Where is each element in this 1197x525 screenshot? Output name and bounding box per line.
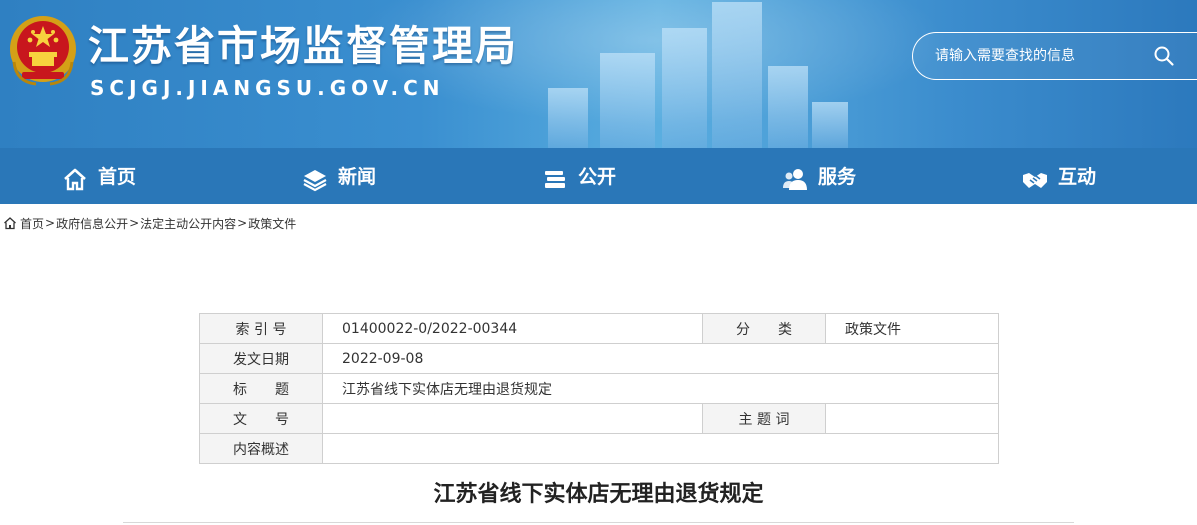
table-row: 发文日期 2022-09-08 xyxy=(199,343,999,374)
breadcrumb-link-home[interactable]: 首页 xyxy=(20,215,44,232)
handshake-icon xyxy=(1023,173,1047,188)
breadcrumb: 首页 > 政府信息公开 > 法定主动公开内容 > 政策文件 xyxy=(3,214,296,232)
breadcrumb-separator: > xyxy=(45,216,56,230)
nav-item-open[interactable]: 公开 xyxy=(542,148,616,204)
breadcrumb-link-gov-info[interactable]: 政府信息公开 xyxy=(56,215,128,232)
header-banner: 江苏省市场监督管理局 SCJGJ.JIANGSU.GOV.CN xyxy=(0,0,1197,148)
subject-label: 主 题 词 xyxy=(702,403,826,434)
title-divider xyxy=(123,522,1074,523)
nav-item-label: 互动 xyxy=(1058,165,1097,188)
home-icon xyxy=(4,217,16,230)
search-icon[interactable] xyxy=(1153,45,1175,67)
skyline-building xyxy=(662,28,707,148)
category-value: 政策文件 xyxy=(825,313,999,344)
nav-item-label: 服务 xyxy=(818,165,857,188)
site-title: 江苏省市场监督管理局 xyxy=(88,22,518,70)
search-box xyxy=(912,32,1197,80)
nav-item-service[interactable]: 服务 xyxy=(782,148,856,204)
subject-value xyxy=(825,403,999,434)
home-icon xyxy=(64,168,86,191)
nav-item-home[interactable]: 首页 xyxy=(62,148,136,204)
nav-item-label: 首页 xyxy=(98,165,137,188)
skyline-building xyxy=(812,102,848,148)
summary-value xyxy=(322,433,999,464)
docno-label: 文 号 xyxy=(199,403,323,434)
nav-item-interact[interactable]: 互动 xyxy=(1022,148,1096,204)
title-value: 江苏省线下实体店无理由退货规定 xyxy=(322,373,999,404)
document-info-table: 索 引 号 01400022-0/2022-00344 分 类 政策文件 发文日… xyxy=(199,313,999,464)
article-title: 江苏省线下实体店无理由退货规定 xyxy=(433,482,764,507)
nav-item-news[interactable]: 新闻 xyxy=(302,148,376,204)
nav-item-label: 新闻 xyxy=(338,165,377,188)
breadcrumb-separator: > xyxy=(129,216,140,230)
table-row: 文 号 主 题 词 xyxy=(199,403,999,434)
date-label: 发文日期 xyxy=(199,343,323,374)
layers-icon xyxy=(303,170,327,192)
nav-item-label: 公开 xyxy=(578,165,617,188)
table-row: 索 引 号 01400022-0/2022-00344 分 类 政策文件 xyxy=(199,313,999,344)
skyline-building xyxy=(600,53,655,148)
summary-label: 内容概述 xyxy=(199,433,323,464)
breadcrumb-link-statutory[interactable]: 法定主动公开内容 xyxy=(140,215,236,232)
category-label: 分 类 xyxy=(702,313,826,344)
national-emblem-icon xyxy=(10,16,76,86)
search-input[interactable] xyxy=(935,45,1145,67)
skyline-building xyxy=(768,66,808,148)
table-row: 内容概述 xyxy=(199,433,999,464)
books-icon xyxy=(545,171,565,188)
table-row: 标 题 江苏省线下实体店无理由退货规定 xyxy=(199,373,999,404)
docno-value xyxy=(322,403,703,434)
date-value: 2022-09-08 xyxy=(322,343,999,374)
index-value: 01400022-0/2022-00344 xyxy=(322,313,703,344)
skyline-building xyxy=(548,88,588,148)
index-label: 索 引 号 xyxy=(199,313,323,344)
skyline-building xyxy=(712,2,762,148)
main-nav: 首页 新闻 公开 服务 互动 xyxy=(0,148,1197,204)
breadcrumb-link-policy[interactable]: 政策文件 xyxy=(248,215,296,232)
site-domain: SCJGJ.JIANGSU.GOV.CN xyxy=(90,76,445,100)
breadcrumb-separator: > xyxy=(237,216,248,230)
users-icon xyxy=(783,169,807,190)
title-label: 标 题 xyxy=(199,373,323,404)
